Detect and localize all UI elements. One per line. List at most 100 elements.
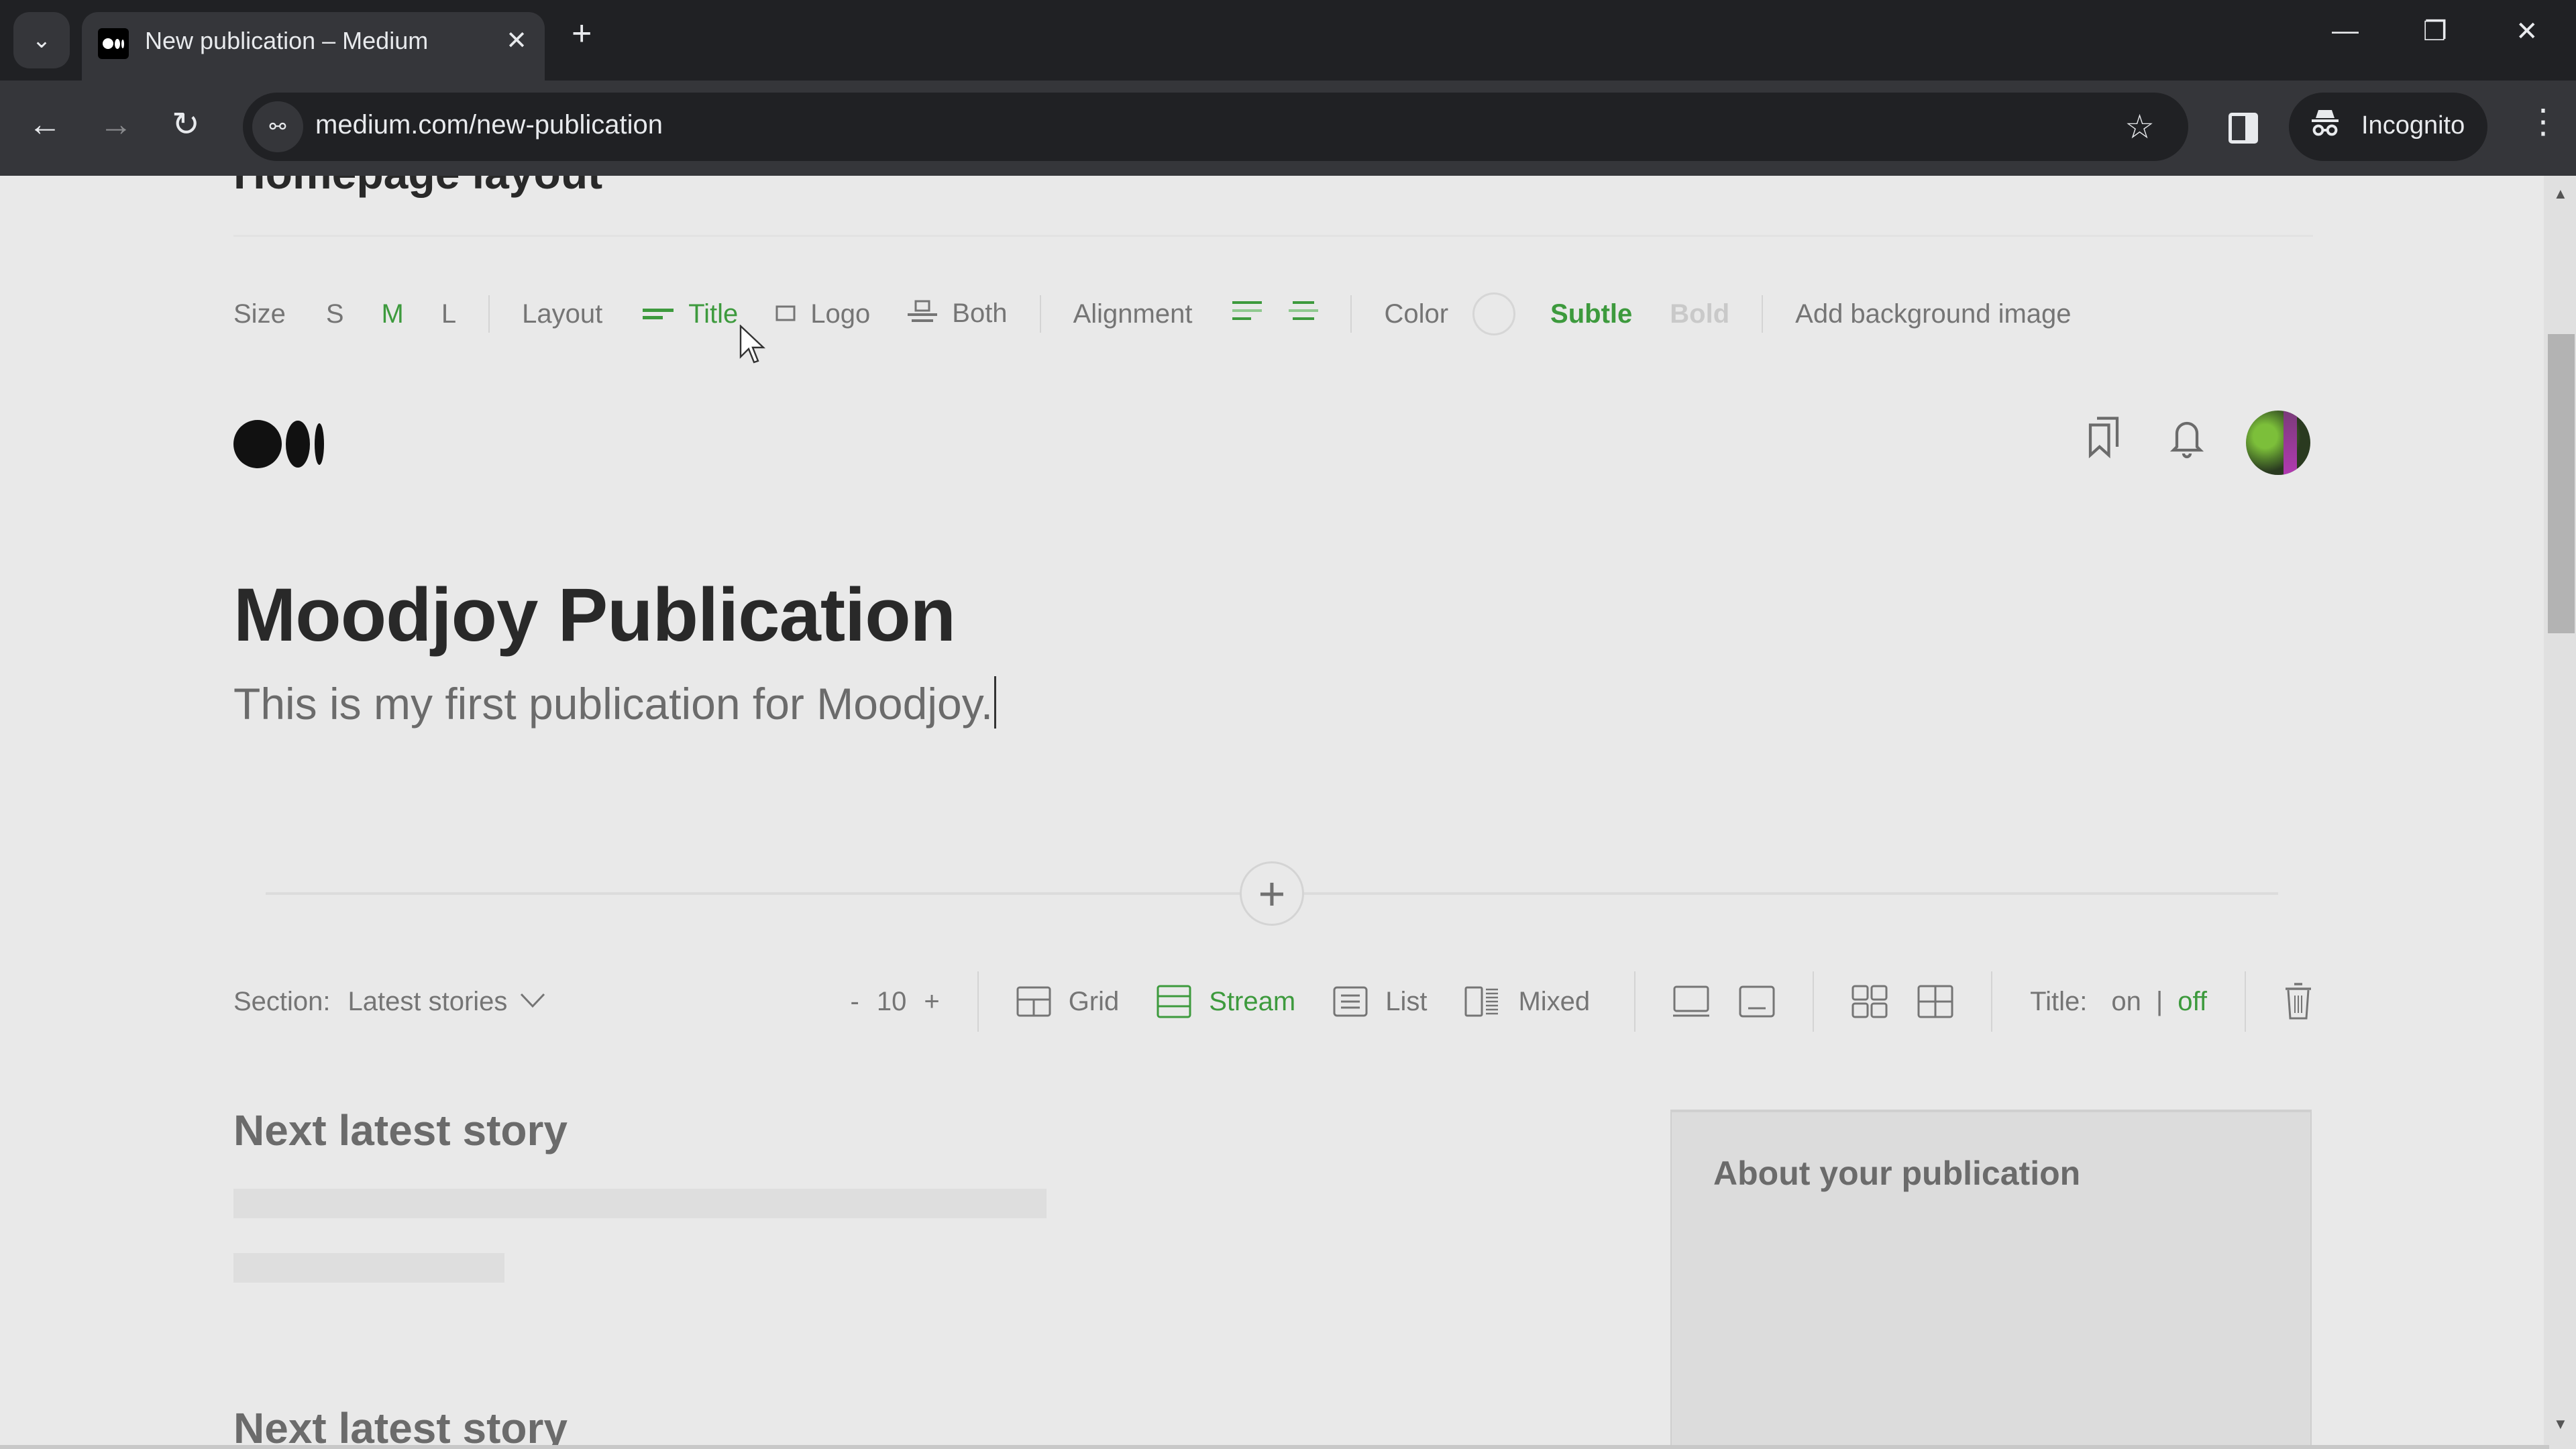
scroll-down-icon[interactable]: ▼	[2553, 1415, 2568, 1433]
side-panel-icon[interactable]	[2229, 113, 2258, 144]
divider	[233, 235, 2313, 237]
mode-mixed-button[interactable]: Mixed	[1464, 986, 1590, 1017]
mode-grid-label: Grid	[1068, 986, 1120, 1016]
story-title[interactable]: Next latest story	[233, 1403, 568, 1449]
delete-section-button[interactable]	[2284, 982, 2313, 1021]
divider	[1991, 971, 1993, 1032]
logo-layout-icon	[775, 303, 796, 327]
divider	[977, 971, 979, 1032]
size-label: Size	[233, 299, 286, 329]
grid-tight-icon	[1917, 985, 1953, 1018]
mode-list-button[interactable]: List	[1333, 986, 1427, 1017]
medium-favicon-icon	[98, 28, 129, 59]
title-on-option[interactable]: on	[2111, 987, 2141, 1017]
back-button[interactable]: ←	[28, 107, 62, 141]
browser-tab[interactable]: New publication – Medium ✕	[82, 12, 545, 80]
mouse-cursor-icon	[739, 325, 766, 364]
layout-label: Layout	[522, 299, 603, 329]
color-swatch[interactable]	[1472, 292, 1516, 335]
card-title-inside-icon	[1739, 985, 1775, 1018]
tab-title: New publication – Medium	[145, 27, 429, 54]
restore-icon[interactable]: ❐	[2423, 16, 2447, 47]
mode-stream-label: Stream	[1209, 986, 1296, 1016]
section-type-dropdown[interactable]: Latest stories	[348, 987, 508, 1017]
bookmarks-icon	[2088, 417, 2119, 459]
divider	[2245, 971, 2246, 1032]
page-scrollbar[interactable]: ▲ ▼	[2544, 176, 2576, 1449]
title-inside-button[interactable]	[1739, 985, 1775, 1018]
layout-option-logo-label: Logo	[810, 299, 871, 329]
align-center-button[interactable]	[1289, 299, 1319, 329]
medium-logo	[233, 420, 324, 468]
browser-toolbar: ← → ↻ ⚯ medium.com/new-publication ☆ Inc…	[0, 80, 2576, 176]
reload-button[interactable]: ↻	[172, 107, 200, 141]
layout-option-logo[interactable]: Logo	[775, 299, 870, 329]
layout-option-both-label: Both	[952, 298, 1008, 328]
grid-tight-button[interactable]	[1917, 985, 1953, 1018]
increase-count-button[interactable]: +	[924, 987, 939, 1017]
divider	[1039, 295, 1041, 333]
title-toggle-label: Title:	[2030, 986, 2088, 1016]
minimize-icon[interactable]: —	[2332, 16, 2359, 46]
incognito-badge[interactable]: Incognito	[2289, 93, 2487, 161]
color-label: Color	[1384, 299, 1449, 329]
mixed-icon	[1464, 986, 1499, 1017]
user-avatar[interactable]	[2246, 411, 2310, 475]
add-background-image-link[interactable]: Add background image	[1795, 299, 2071, 329]
grid-spaced-icon	[1851, 985, 1888, 1018]
color-option-subtle[interactable]: Subtle	[1550, 299, 1632, 329]
bookmark-star-icon[interactable]: ☆	[2125, 107, 2155, 146]
grid-spaced-button[interactable]	[1851, 985, 1888, 1018]
title-toggle-divider: |	[2155, 986, 2163, 1016]
align-left-button[interactable]	[1232, 299, 1263, 329]
bookmarks-button[interactable]	[2084, 413, 2124, 464]
title-above-button[interactable]	[1673, 985, 1710, 1018]
tab-search-button[interactable]: ⌄	[13, 12, 70, 68]
notifications-button[interactable]	[2167, 413, 2207, 464]
scrollbar-thumb[interactable]	[2548, 334, 2575, 633]
horizontal-scrollbar[interactable]	[0, 1445, 2549, 1449]
both-layout-icon	[908, 300, 938, 329]
size-option-l[interactable]: L	[441, 299, 456, 329]
color-option-bold[interactable]: Bold	[1670, 299, 1729, 329]
forward-button[interactable]: →	[99, 107, 133, 141]
close-window-icon[interactable]: ✕	[2516, 16, 2538, 47]
layout-option-title[interactable]: Title	[643, 299, 738, 329]
tab-close-icon[interactable]: ✕	[506, 25, 527, 56]
align-left-icon	[1232, 301, 1263, 320]
text-caret	[994, 676, 997, 729]
scroll-up-icon[interactable]: ▲	[2553, 185, 2568, 203]
list-icon	[1333, 986, 1368, 1017]
stream-icon	[1157, 985, 1191, 1018]
divider	[1813, 971, 1815, 1032]
mode-stream-button[interactable]: Stream	[1157, 985, 1295, 1018]
browser-menu-icon[interactable]: ⋮	[2526, 105, 2560, 138]
address-bar[interactable]: ⚯ medium.com/new-publication ☆	[243, 93, 2188, 161]
divider	[1634, 971, 1636, 1032]
layout-option-both[interactable]: Both	[908, 298, 1008, 329]
mode-grid-button[interactable]: Grid	[1016, 986, 1120, 1017]
chevron-down-icon: ⌄	[32, 28, 52, 53]
about-publication-box: About your publication	[1670, 1110, 2312, 1449]
divider	[1350, 295, 1352, 333]
publication-description-field[interactable]: This is my first publication for Moodjoy…	[233, 676, 997, 729]
publication-name[interactable]: Moodjoy Publication	[233, 572, 956, 658]
homepage-layout-heading: Homepage layout	[233, 176, 602, 199]
chevron-down-icon[interactable]	[519, 989, 546, 1015]
align-center-icon	[1289, 301, 1319, 320]
mode-list-label: List	[1385, 986, 1428, 1016]
new-tab-button[interactable]: +	[572, 16, 592, 51]
site-info-icon[interactable]: ⚯	[252, 101, 303, 152]
add-section-button[interactable]: +	[1240, 861, 1304, 926]
size-option-m[interactable]: M	[382, 299, 404, 329]
divider	[488, 295, 490, 333]
title-off-option[interactable]: off	[2178, 987, 2207, 1017]
story-title[interactable]: Next latest story	[233, 1106, 568, 1155]
decrease-count-button[interactable]: -	[851, 987, 859, 1017]
publication-description: This is my first publication for Moodjoy…	[233, 679, 994, 729]
section-label: Section:	[233, 986, 331, 1016]
url-text[interactable]: medium.com/new-publication	[315, 110, 663, 140]
bell-icon	[2169, 421, 2204, 459]
size-option-s[interactable]: S	[326, 299, 344, 329]
grid-icon	[1016, 986, 1051, 1017]
